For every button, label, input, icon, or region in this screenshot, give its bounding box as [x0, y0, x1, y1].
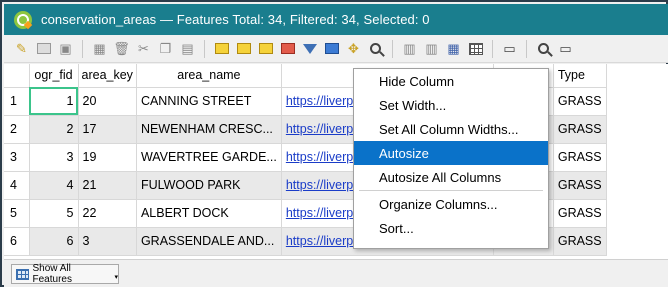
move-selection-top-icon[interactable] — [322, 39, 341, 58]
cell-area-name[interactable]: CANNING STREET — [136, 87, 282, 116]
row-number[interactable]: 3 — [4, 143, 30, 172]
menu-item-organize-columns[interactable]: Organize Columns... — [354, 192, 548, 216]
dock-icon[interactable]: ▭ — [500, 39, 519, 58]
row-number[interactable]: 6 — [4, 227, 30, 256]
cell-type[interactable]: GRASS — [553, 87, 607, 116]
corner-header[interactable] — [4, 64, 30, 88]
cell-ogr-fid[interactable]: 5 — [29, 199, 79, 228]
filter-selected-icon[interactable] — [300, 39, 319, 58]
cell-area-name[interactable]: WAVERTREE GARDE... — [136, 143, 282, 172]
copy-icon[interactable]: ❐ — [156, 39, 175, 58]
multi-edit-icon[interactable] — [34, 39, 53, 58]
menu-item-set-all-column-widths[interactable]: Set All Column Widths... — [354, 117, 548, 141]
cell-ogr-fid[interactable]: 1 — [29, 87, 79, 116]
column-header-area-name[interactable]: area_name — [136, 64, 282, 88]
cell-type[interactable]: GRASS — [553, 143, 607, 172]
zoom-selection-icon[interactable] — [366, 39, 385, 58]
toolbar-separator — [526, 39, 527, 58]
cell-area-name[interactable]: ALBERT DOCK — [136, 199, 282, 228]
cell-area-name[interactable]: GRASSENDALE AND... — [136, 227, 282, 256]
cell-area-key[interactable]: 19 — [78, 143, 137, 172]
row-number[interactable]: 4 — [4, 171, 30, 200]
field-calculator-icon[interactable]: ▦ — [444, 39, 463, 58]
search-icon[interactable] — [534, 39, 553, 58]
table-icon — [16, 268, 29, 280]
column-header-type[interactable]: Type — [553, 64, 607, 88]
select-expression-icon[interactable] — [212, 39, 231, 58]
toolbar-separator — [82, 39, 83, 58]
cell-ogr-fid[interactable]: 6 — [29, 227, 79, 256]
attribute-toolbar: ✎ ▣ ▦ 🗑 ✂ ❐ ▤ ✥ ▥ ▥ ▦ ▭ ▭ — [4, 35, 668, 63]
show-all-features-button[interactable]: Show All Features ▾ — [11, 263, 119, 285]
cell-area-key[interactable]: 21 — [78, 171, 137, 200]
dropdown-arrow-icon: ▾ — [114, 274, 118, 281]
invert-selection-icon[interactable] — [256, 39, 275, 58]
cell-ogr-fid[interactable]: 2 — [29, 115, 79, 144]
window-title: conservation_areas — Features Total: 34,… — [41, 12, 430, 27]
menu-item-set-width[interactable]: Set Width... — [354, 93, 548, 117]
cut-icon[interactable]: ✂ — [134, 39, 153, 58]
cell-area-name[interactable]: FULWOOD PARK — [136, 171, 282, 200]
cell-area-name[interactable]: NEWENHAM CRESC... — [136, 115, 282, 144]
cell-ogr-fid[interactable]: 3 — [29, 143, 79, 172]
cell-type[interactable]: GRASS — [553, 199, 607, 228]
delete-field-icon[interactable]: ▥ — [422, 39, 441, 58]
menu-item-autosize[interactable]: Autosize — [354, 141, 548, 165]
attribute-table: ogr_fid area_key area_name w Type 1 1 20… — [4, 64, 668, 259]
add-feature-icon[interactable]: ▦ — [90, 39, 109, 58]
cell-area-key[interactable]: 20 — [78, 87, 137, 116]
cell-ogr-fid[interactable]: 4 — [29, 171, 79, 200]
conditional-format-icon[interactable] — [466, 39, 485, 58]
menu-item-sort[interactable]: Sort... — [354, 216, 548, 240]
cell-area-key[interactable]: 3 — [78, 227, 137, 256]
toolbar-separator — [492, 39, 493, 58]
title-bar[interactable]: conservation_areas — Features Total: 34,… — [4, 4, 668, 35]
menu-separator — [359, 190, 543, 191]
menu-item-autosize-all-columns[interactable]: Autosize All Columns — [354, 165, 548, 189]
cell-type[interactable]: GRASS — [553, 227, 607, 256]
show-all-features-label: Show All Features — [32, 263, 72, 285]
column-header-ogr-fid[interactable]: ogr_fid — [29, 64, 79, 88]
pan-selection-icon[interactable]: ✥ — [344, 39, 363, 58]
delete-feature-icon[interactable]: 🗑 — [112, 39, 131, 58]
form-view-icon[interactable]: ▭ — [556, 39, 575, 58]
select-all-icon[interactable] — [234, 39, 253, 58]
column-header-area-key[interactable]: area_key — [78, 64, 137, 88]
deselect-icon[interactable] — [278, 39, 297, 58]
status-bar: Show All Features ▾ — [4, 259, 668, 287]
cell-area-key[interactable]: 17 — [78, 115, 137, 144]
row-number[interactable]: 2 — [4, 115, 30, 144]
qgis-logo-icon — [14, 10, 32, 29]
menu-item-hide-column[interactable]: Hide Column — [354, 69, 548, 93]
cell-type[interactable]: GRASS — [553, 115, 607, 144]
save-icon[interactable]: ▣ — [56, 39, 75, 58]
column-context-menu: Hide Column Set Width... Set All Column … — [353, 68, 549, 249]
toolbar-separator — [392, 39, 393, 58]
pencil-icon[interactable]: ✎ — [12, 39, 31, 58]
row-number[interactable]: 1 — [4, 87, 30, 116]
cell-area-key[interactable]: 22 — [78, 199, 137, 228]
attribute-table-window: conservation_areas — Features Total: 34,… — [0, 0, 668, 287]
cell-type[interactable]: GRASS — [553, 171, 607, 200]
paste-icon[interactable]: ▤ — [178, 39, 197, 58]
toolbar-separator — [204, 39, 205, 58]
row-number[interactable]: 5 — [4, 199, 30, 228]
new-field-icon[interactable]: ▥ — [400, 39, 419, 58]
